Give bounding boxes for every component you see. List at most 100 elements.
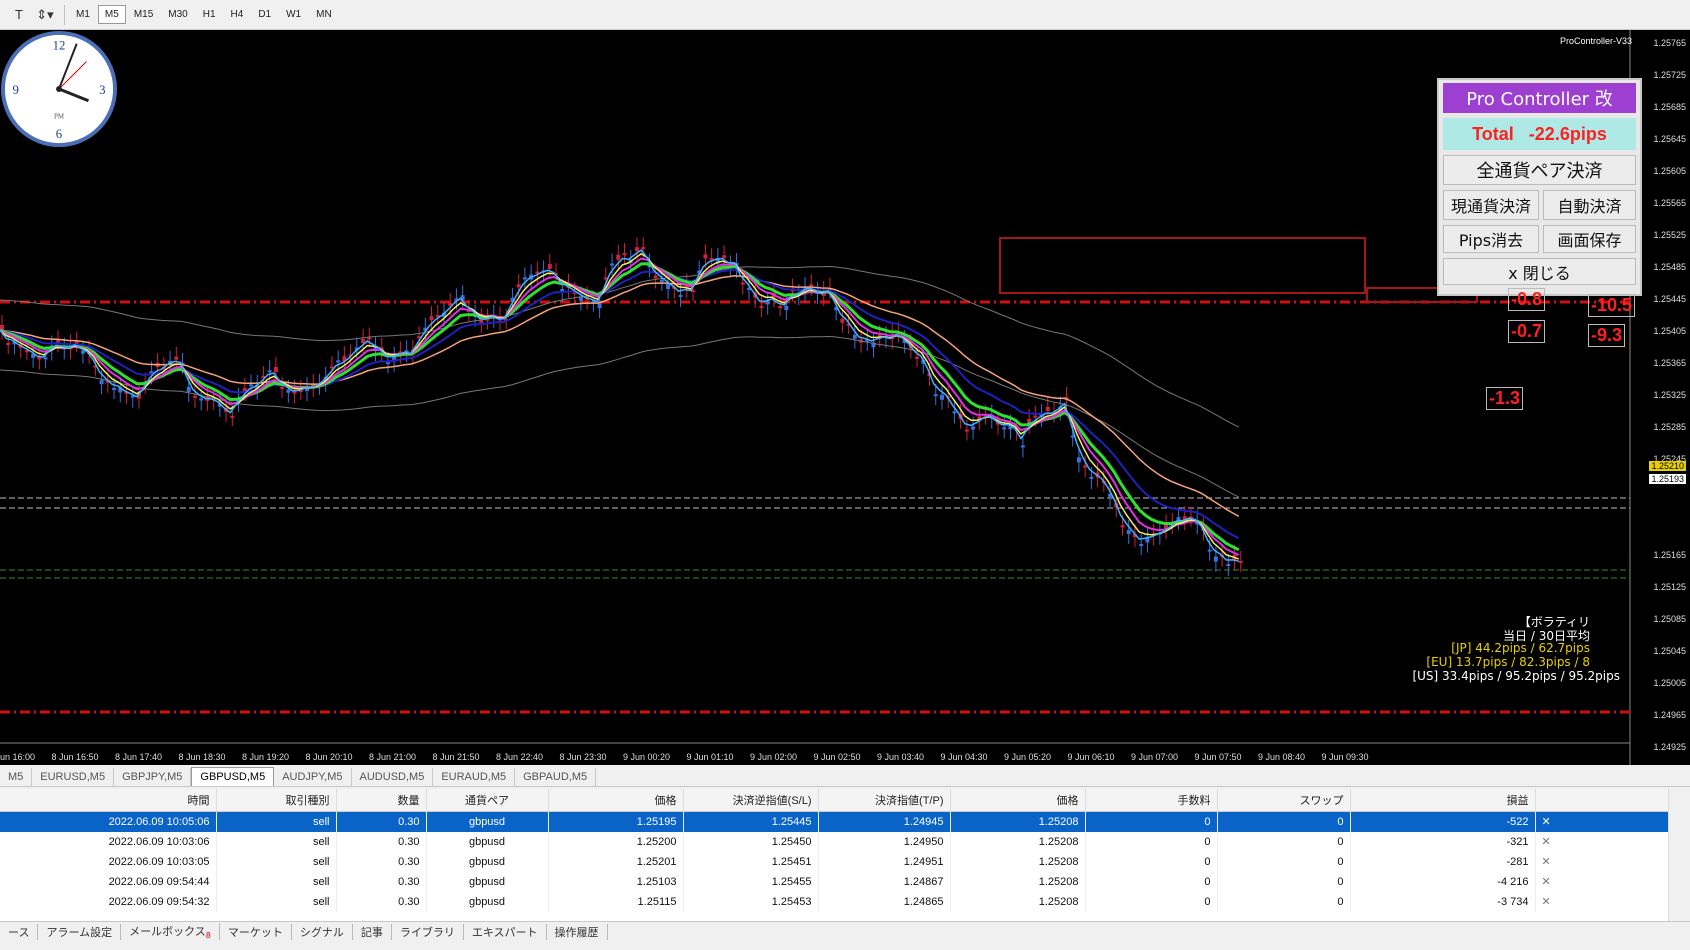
- candle-body: [634, 247, 639, 252]
- table-cell: -281: [1350, 851, 1536, 872]
- price-tick-label: 1.25645: [1653, 134, 1686, 144]
- symbol-tab[interactable]: GBPAUD,M5: [515, 768, 597, 786]
- timeframe-button-h1[interactable]: H1: [196, 5, 223, 24]
- terminal-tab-label: アラーム設定: [46, 925, 113, 939]
- timeframe-group: M1 M5 M15 M30 H1 H4 D1 W1 MN: [69, 5, 340, 24]
- clear-pips-button[interactable]: Pips消去: [1443, 225, 1539, 253]
- time-tick-label: 8 Jun 22:40: [496, 752, 544, 762]
- table-cell: 1.24945: [818, 811, 951, 832]
- candle-body: [1176, 517, 1181, 521]
- column-header[interactable]: 時間: [0, 789, 217, 812]
- table-cell: sell: [216, 871, 337, 892]
- candle-body: [809, 284, 814, 287]
- terminal-tab-label: メールボックス: [129, 924, 206, 938]
- column-header[interactable]: 価格: [950, 789, 1086, 812]
- timeframe-button-mn[interactable]: MN: [309, 5, 339, 24]
- terminal-tab[interactable]: エキスパート: [464, 923, 547, 940]
- arrows-tool-icon[interactable]: ⇕▾: [34, 4, 56, 26]
- auto-close-button[interactable]: 自動決済: [1543, 190, 1636, 220]
- terminal-tab[interactable]: ライブラリ: [392, 923, 464, 940]
- close-current-pair-button[interactable]: 現通貨決済: [1443, 190, 1539, 220]
- pips-box: -0.7: [1508, 320, 1546, 343]
- terminal-tab[interactable]: 操作履歴: [547, 923, 608, 940]
- table-cell: 1.25451: [683, 851, 819, 872]
- terminal-tab[interactable]: マーケット: [220, 923, 292, 940]
- table-cell: 0.30: [336, 851, 427, 872]
- price-chart[interactable]: 1.25765 1.25725 1.25685 1.25645 1.25605 1.255…: [0, 30, 1690, 765]
- candle-body: [840, 318, 845, 323]
- timeframe-button-w1[interactable]: W1: [279, 5, 308, 24]
- timeframe-button-d1[interactable]: D1: [251, 5, 278, 24]
- slow-ma-line: [0, 274, 1240, 517]
- column-header[interactable]: スワップ: [1217, 789, 1351, 812]
- candle-body: [952, 411, 957, 414]
- terminal-tab[interactable]: アラーム設定: [38, 923, 122, 940]
- timeframe-button-m5[interactable]: M5: [97, 5, 126, 24]
- svg-text:PM: PM: [54, 114, 64, 121]
- time-tick-label: 8 Jun 20:10: [305, 752, 353, 762]
- table-cell: 2022.06.09 10:05:06: [0, 811, 217, 832]
- close-order-icon[interactable]: ✕: [1535, 811, 1669, 832]
- candle-body: [1207, 549, 1212, 552]
- save-screen-button[interactable]: 画面保存: [1543, 225, 1636, 253]
- column-header[interactable]: 価格: [548, 789, 684, 812]
- symbol-tab[interactable]: M5: [0, 768, 33, 786]
- candle-body: [199, 398, 204, 401]
- timeframe-button-m15[interactable]: M15: [127, 5, 160, 24]
- timeframe-button-h4[interactable]: H4: [224, 5, 251, 24]
- column-header[interactable]: 決済逆指値(S/L): [683, 789, 819, 812]
- candle-body: [1120, 525, 1125, 528]
- terminal-tab[interactable]: メールボックス8: [121, 922, 220, 941]
- svg-text:12: 12: [53, 39, 66, 53]
- table-cell: gbpusd: [426, 811, 549, 832]
- time-tick-label: 9 Jun 02:00: [750, 752, 798, 762]
- table-cell: gbpusd: [426, 851, 549, 872]
- pro-controller-panel: Pro Controller 改 Total -22.6pips 全通貨ペア決済…: [1437, 78, 1642, 296]
- timeframe-button-m1[interactable]: M1: [69, 5, 97, 24]
- candle-body: [361, 338, 366, 343]
- candle-body: [186, 386, 191, 392]
- symbol-tab[interactable]: EURUSD,M5: [32, 768, 115, 786]
- table-row[interactable]: 2022.06.09 09:54:44 sell 0.30 gbpusd 1.25103…: [0, 871, 1669, 892]
- symbol-tab[interactable]: GBPUSD,M5: [191, 767, 275, 786]
- table-cell: 1.25103: [548, 871, 684, 892]
- terminal-tabs: ース アラーム設定 メールボックス8 マーケット シグナル 記事 ライブラリ エキスパート 操作…: [0, 921, 1690, 941]
- price-tick-label: 1.25193: [1649, 474, 1686, 484]
- terminal-tab[interactable]: ース: [0, 923, 39, 940]
- symbol-tab[interactable]: EURAUD,M5: [433, 768, 516, 786]
- table-cell: 0: [1217, 871, 1351, 892]
- column-header[interactable]: 取引種別: [216, 789, 337, 812]
- table-scrollbar[interactable]: [1668, 789, 1690, 921]
- time-tick-label: 9 Jun 05:20: [1004, 752, 1052, 762]
- close-order-icon[interactable]: ✕: [1535, 831, 1669, 852]
- table-row[interactable]: 2022.06.09 10:03:05 sell 0.30 gbpusd 1.25201…: [0, 851, 1669, 872]
- symbol-tab[interactable]: GBPJPY,M5: [114, 768, 192, 786]
- timeframe-button-m30[interactable]: M30: [161, 5, 194, 24]
- candle-body: [249, 384, 253, 387]
- column-header[interactable]: 決済指値(T/P): [818, 789, 951, 812]
- column-header[interactable]: 手数料: [1085, 789, 1218, 812]
- symbol-tab[interactable]: AUDUSD,M5: [352, 768, 434, 786]
- close-order-icon[interactable]: ✕: [1535, 891, 1669, 912]
- table-row[interactable]: 2022.06.09 10:05:06 sell 0.30 gbpusd 1.25195…: [0, 811, 1669, 832]
- terminal-tab[interactable]: 記事: [353, 923, 392, 940]
- close-all-pairs-button[interactable]: 全通貨ペア決済: [1443, 155, 1636, 185]
- column-header[interactable]: 通貨ペア: [426, 789, 549, 812]
- column-header[interactable]: 損益: [1350, 789, 1536, 812]
- candle-body: [784, 306, 789, 311]
- table-cell: -321: [1350, 831, 1536, 852]
- text-tool-icon[interactable]: T: [8, 4, 30, 26]
- close-order-icon[interactable]: ✕: [1535, 851, 1669, 872]
- price-tick-label: 1.25325: [1653, 390, 1686, 400]
- table-cell: -3 734: [1350, 891, 1536, 912]
- table-cell: 2022.06.09 09:54:44: [0, 871, 217, 892]
- table-cell: 0.30: [336, 871, 427, 892]
- candle-body: [1238, 560, 1243, 563]
- terminal-tab[interactable]: シグナル: [292, 923, 353, 940]
- table-row[interactable]: 2022.06.09 09:54:32 sell 0.30 gbpusd 1.25115…: [0, 891, 1669, 912]
- close-order-icon[interactable]: ✕: [1535, 871, 1669, 892]
- table-row[interactable]: 2022.06.09 10:03:06 sell 0.30 gbpusd 1.25200…: [0, 831, 1669, 852]
- close-panel-button[interactable]: x 閉じる: [1443, 258, 1636, 285]
- symbol-tab[interactable]: AUDJPY,M5: [274, 768, 352, 786]
- column-header[interactable]: 数量: [336, 789, 427, 812]
